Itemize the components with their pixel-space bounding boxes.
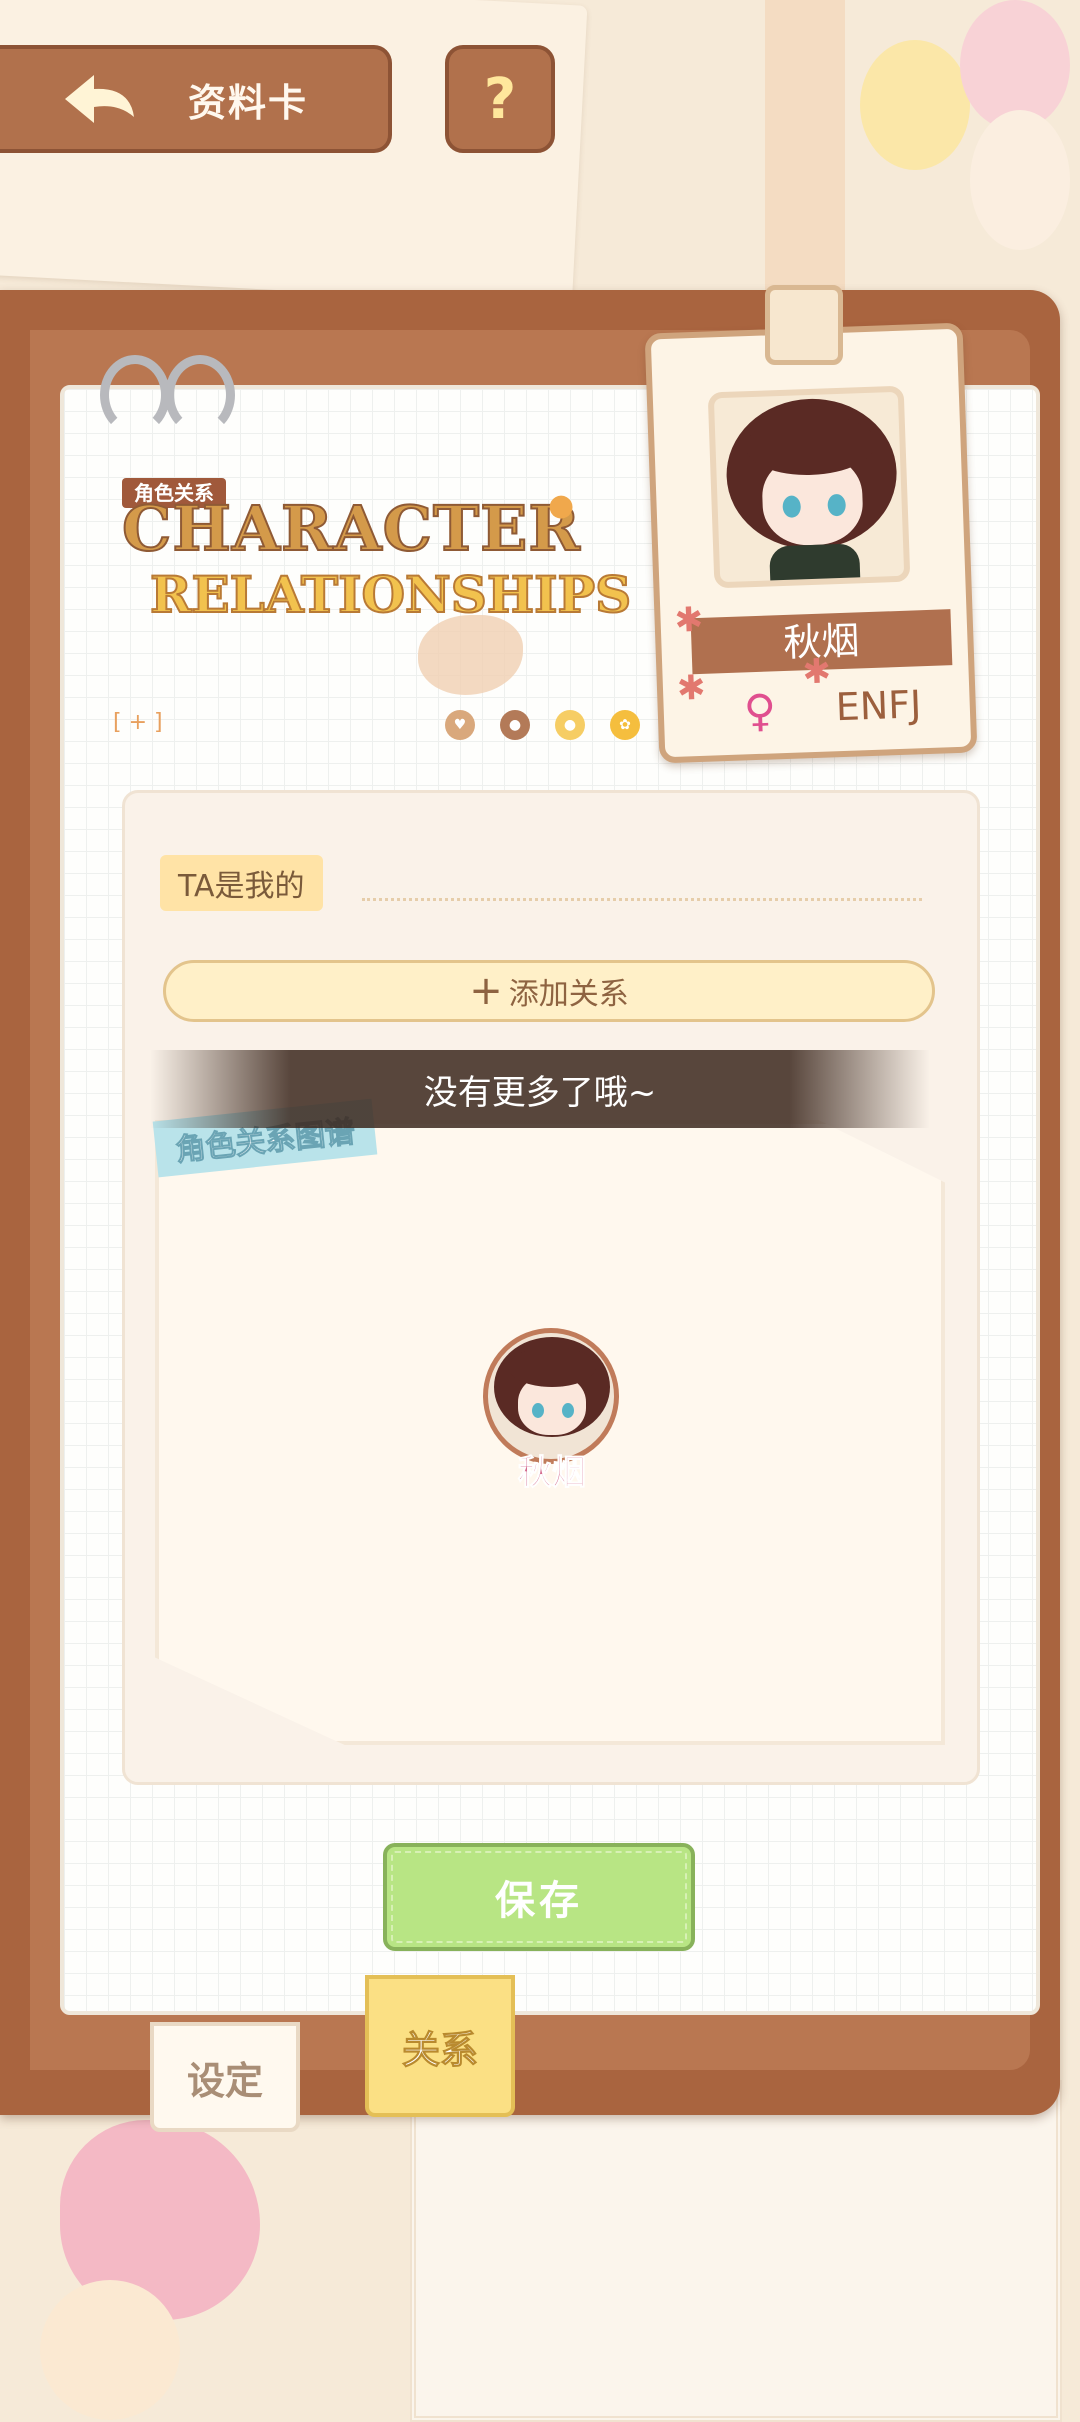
mbti-type: ENFJ (834, 682, 922, 730)
binder-ring-icon (100, 355, 170, 435)
star-icon: ✱ (673, 599, 704, 641)
star-icon: ✱ (801, 651, 832, 693)
paw-icon: ● (548, 488, 575, 523)
graph-node-name: 秋烟 (518, 1453, 587, 1494)
character-card[interactable]: 秋烟 ✱ ✱ ✱ ♀ ENFJ (644, 322, 978, 764)
female-gender-icon: ♀ (742, 685, 777, 738)
binder-ring-icon (165, 355, 235, 435)
lanyard-strap (765, 0, 845, 300)
add-relation-label: 添加关系 (508, 977, 629, 1012)
heart-dot-icon: ♥ (445, 710, 475, 740)
save-button[interactable]: 保存 (383, 1843, 695, 1951)
character-avatar (707, 385, 911, 589)
expand-bracket: [ + ] (113, 710, 163, 735)
relation-label: TA是我的 (160, 855, 323, 911)
back-arrow-icon (65, 75, 134, 123)
toast-message: 没有更多了哦~ (150, 1050, 930, 1128)
plus-icon: + (469, 968, 503, 1014)
tab-settings[interactable]: 设定 (150, 2022, 300, 2132)
back-button-label: 资料卡 (188, 80, 309, 125)
background-frame (410, 2080, 1062, 2422)
badge-clip (765, 285, 843, 365)
help-icon: ? (483, 66, 517, 132)
tab-relations[interactable]: 关系 (365, 1975, 515, 2117)
background-balloon (860, 40, 970, 170)
relation-input-line[interactable] (362, 898, 922, 901)
drop-dot-icon: ● (500, 710, 530, 740)
flower-dot-icon: ✿ (610, 710, 640, 740)
star-icon: ✱ (676, 667, 707, 709)
help-button[interactable]: ? (445, 45, 555, 153)
graph-node-avatar[interactable] (483, 1328, 619, 1464)
drop-dot-icon: ● (555, 710, 585, 740)
back-button[interactable]: 资料卡 (0, 45, 392, 153)
page-title-line2: RELATIONSHIPS (149, 565, 632, 624)
background-balloon (970, 110, 1070, 250)
background-balloon (40, 2280, 180, 2420)
add-relation-button[interactable]: + 添加关系 (163, 960, 935, 1022)
